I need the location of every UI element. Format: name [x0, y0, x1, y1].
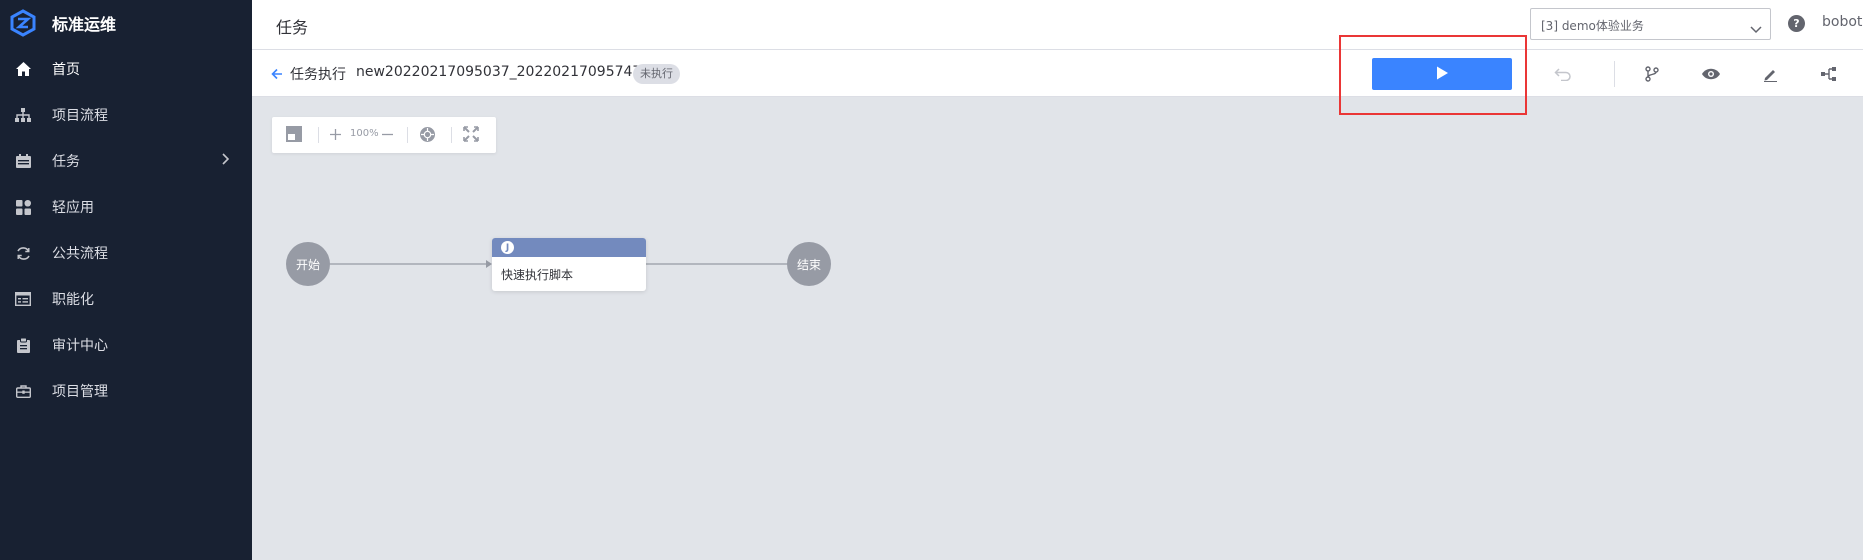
- task-node-label: 快速执行脚本: [501, 268, 574, 282]
- flow-edges: [330, 260, 788, 268]
- job-icon: J: [501, 241, 514, 254]
- start-node-label: 开始: [295, 257, 320, 272]
- task-node[interactable]: J 快速执行脚本: [492, 238, 646, 291]
- task-node-header: J: [492, 238, 646, 257]
- end-node-label: 结束: [796, 257, 821, 272]
- end-node[interactable]: 结束: [787, 242, 831, 286]
- start-node[interactable]: 开始: [286, 242, 330, 286]
